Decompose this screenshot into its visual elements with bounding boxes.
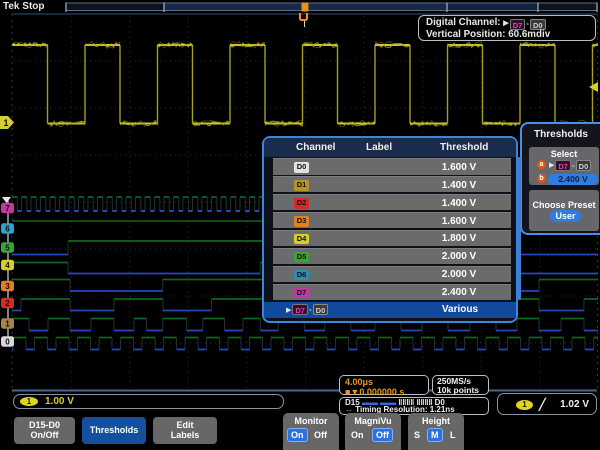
svg-text:7: 7 [5, 204, 10, 213]
svg-text:6: 6 [5, 225, 10, 234]
svg-text:1: 1 [3, 118, 8, 128]
svg-text:1: 1 [5, 320, 10, 329]
svg-text:5: 5 [5, 244, 10, 253]
svg-text:0: 0 [5, 338, 10, 347]
svg-text:2: 2 [5, 299, 10, 308]
svg-text:3: 3 [5, 282, 10, 291]
svg-text:4: 4 [5, 261, 10, 270]
